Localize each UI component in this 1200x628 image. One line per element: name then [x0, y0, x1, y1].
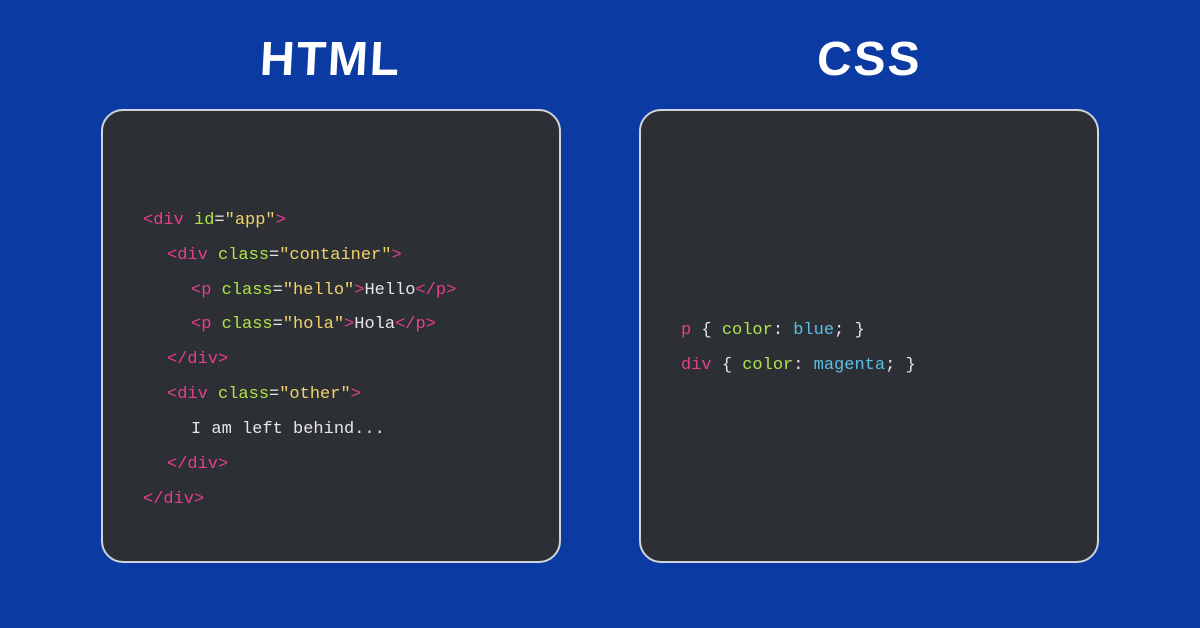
- val-app: "app": [225, 211, 276, 230]
- css-code-block: p { color: blue; } div { color: magenta;…: [681, 279, 1061, 418]
- prop-color: color: [742, 356, 793, 375]
- tag-div: div: [177, 385, 208, 404]
- val-container: "container": [279, 246, 391, 265]
- text-hello: Hello: [364, 281, 415, 300]
- selector-div: div: [681, 356, 712, 375]
- attr-class: class: [218, 385, 269, 404]
- val-hello: "hello": [283, 281, 354, 300]
- tag-p: p: [201, 315, 211, 334]
- html-heading: HTML: [259, 32, 403, 87]
- tag-p-close: p: [436, 281, 446, 300]
- val-blue: blue: [793, 321, 834, 340]
- tag-div-close: div: [187, 350, 218, 369]
- tag-div: div: [177, 246, 208, 265]
- val-hola: "hola": [283, 315, 344, 334]
- html-code-block: <div id="app"> <div class="container"> <…: [143, 169, 523, 552]
- val-magenta: magenta: [814, 356, 885, 375]
- val-other: "other": [279, 385, 350, 404]
- tag-div-close: div: [163, 490, 194, 509]
- text-left-behind: I am left behind...: [191, 420, 385, 439]
- css-column: CSS p { color: blue; } div { color: mage…: [624, 32, 1114, 563]
- css-code-panel: p { color: blue; } div { color: magenta;…: [639, 109, 1099, 563]
- tag-div: div: [153, 211, 184, 230]
- html-column: HTML <div id="app"> <div class="containe…: [86, 32, 576, 563]
- tag-div-close: div: [187, 455, 218, 474]
- prop-color: color: [722, 321, 773, 340]
- tag-p-close: p: [415, 315, 425, 334]
- attr-class: class: [222, 281, 273, 300]
- selector-p: p: [681, 321, 691, 340]
- text-hola: Hola: [354, 315, 395, 334]
- attr-id: id: [194, 211, 214, 230]
- attr-class: class: [218, 246, 269, 265]
- attr-class: class: [222, 315, 273, 334]
- html-code-panel: <div id="app"> <div class="container"> <…: [101, 109, 561, 563]
- css-heading: CSS: [815, 32, 923, 87]
- tag-p: p: [201, 281, 211, 300]
